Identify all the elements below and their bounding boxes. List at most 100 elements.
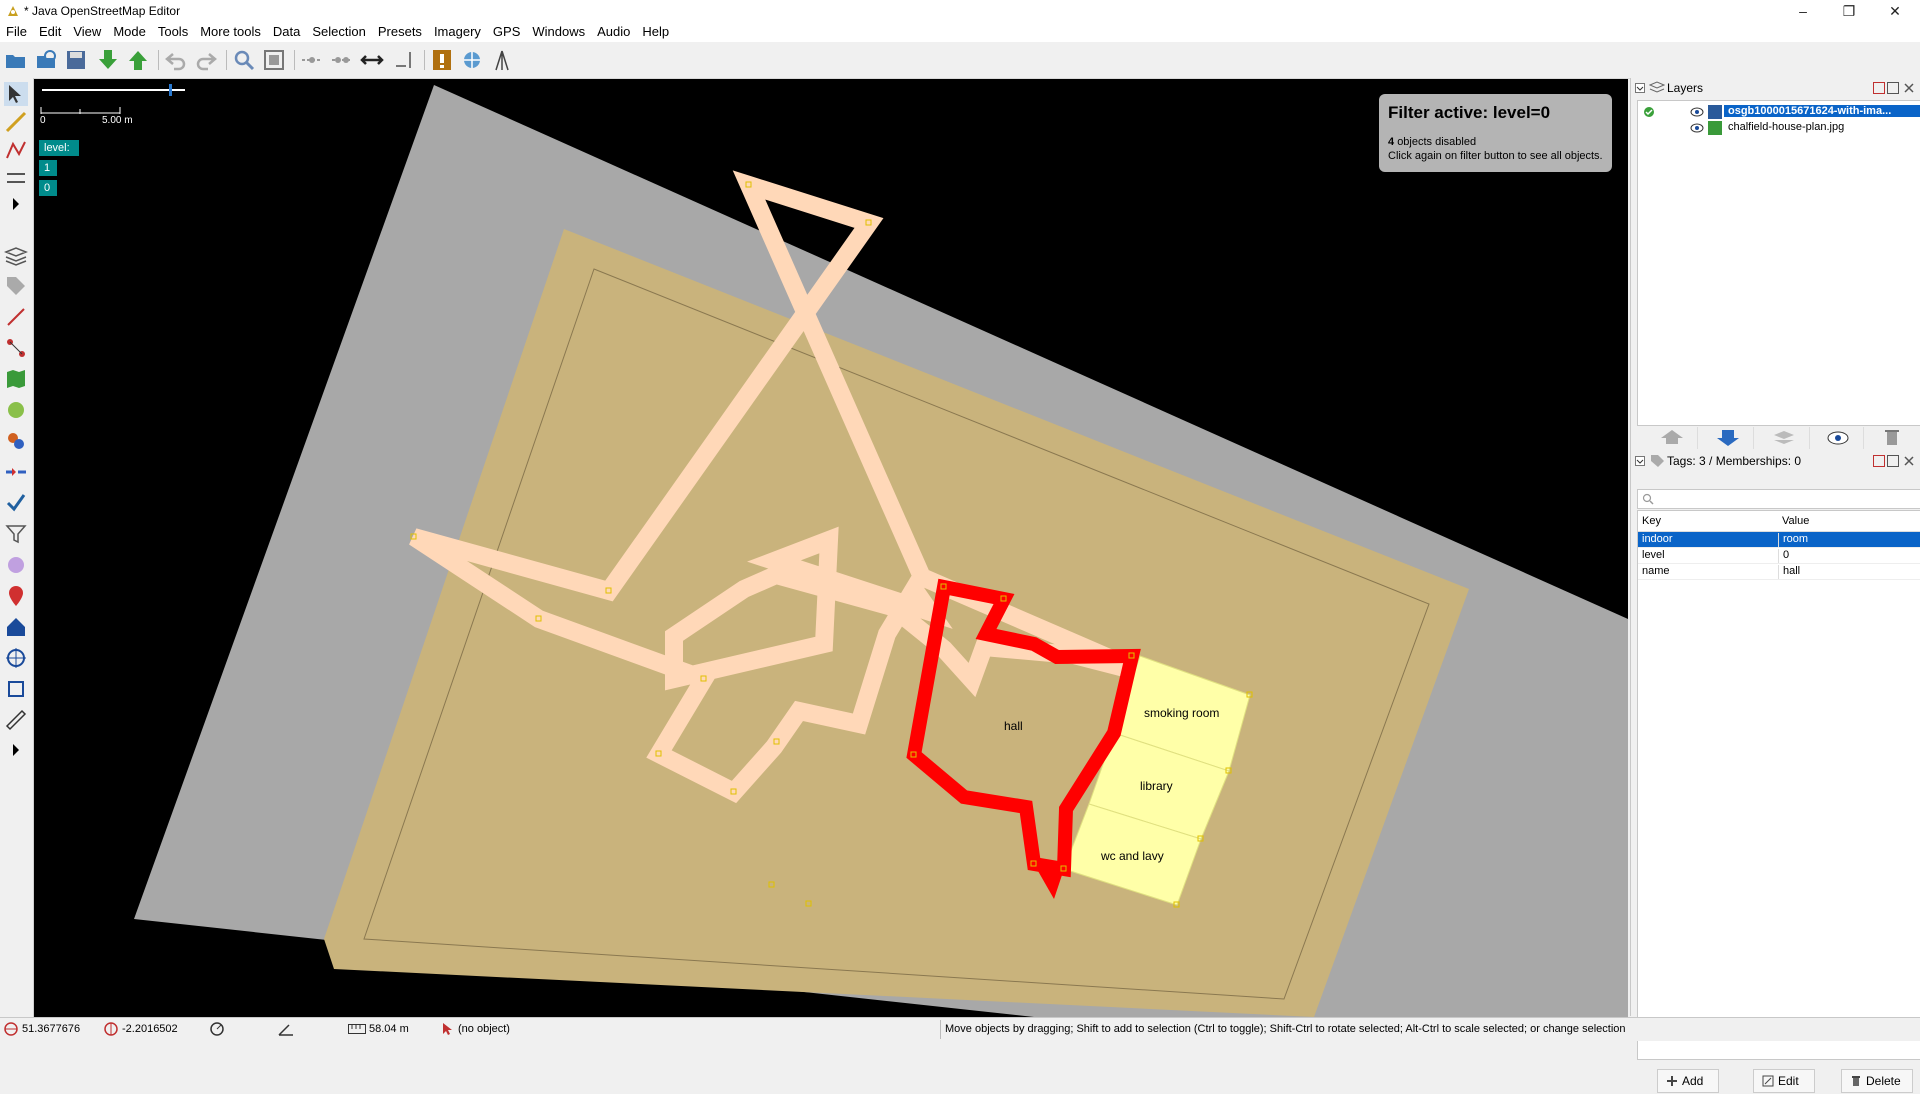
edit-tag-button[interactable]: Edit [1753,1069,1815,1093]
download-icon[interactable] [96,48,120,72]
detach-icon[interactable] [1873,455,1885,467]
layer-row[interactable]: osgb1000015671624-with-ima... [1638,104,1920,120]
relations-icon[interactable] [4,336,28,360]
parallel-mode-icon[interactable] [4,166,28,190]
move-down-icon[interactable] [1703,427,1754,449]
tag-key[interactable]: name [1642,565,1670,577]
filter-disabled-text: objects disabled [1397,136,1477,148]
level-button-1[interactable]: 1 [39,160,57,176]
open-location-icon[interactable] [34,48,58,72]
map-view[interactable]: hall smoking room library wc and lavy 0 … [34,79,1628,1017]
active-layer-check-icon[interactable] [1643,106,1655,118]
improve-way-icon[interactable] [4,138,28,162]
merge-layers-icon[interactable] [1759,427,1810,449]
filter-count-line: 4 objects disabled [1388,136,1476,148]
menu-selection[interactable]: Selection [306,22,371,42]
history-icon[interactable] [4,398,28,422]
zoom-icon[interactable] [232,48,256,72]
redo-icon[interactable] [194,48,218,72]
layers-icon[interactable] [4,244,28,268]
tripod-icon[interactable] [490,48,514,72]
table-row[interactable]: indoor room [1638,532,1920,548]
menu-imagery[interactable]: Imagery [428,22,487,42]
draw-mode-icon[interactable] [4,110,28,134]
menu-file[interactable]: File [0,22,33,42]
expand-toolbar-icon[interactable] [4,192,28,216]
zoom-slider[interactable] [40,84,190,96]
tag-search-input[interactable] [1637,489,1920,509]
menu-windows[interactable]: Windows [526,22,591,42]
minimize-panel-icon[interactable] [1887,82,1899,94]
toggle-visibility-icon[interactable] [1813,427,1864,449]
map-paint-icon[interactable] [4,367,28,391]
select-mode-icon[interactable] [4,82,28,106]
validator-icon[interactable] [430,48,454,72]
validation-results-icon[interactable] [4,491,28,515]
measure-icon[interactable] [4,708,28,732]
tag-value[interactable]: hall [1778,565,1919,579]
map-canvas[interactable] [34,79,1628,1017]
collapse-icon[interactable] [1635,83,1645,93]
globe-search-icon[interactable] [460,48,484,72]
tag-key[interactable]: indoor [1642,533,1673,545]
object-under-cursor: (no object) [458,1023,510,1035]
imagery-offset-icon[interactable] [4,677,28,701]
menu-presets[interactable]: Presets [372,22,428,42]
tag-value[interactable]: room [1778,533,1919,547]
menu-tools[interactable]: Tools [152,22,194,42]
menu-more-tools[interactable]: More tools [194,22,267,42]
menu-view[interactable]: View [67,22,107,42]
menu-data[interactable]: Data [267,22,306,42]
minimize-panel-icon[interactable] [1887,455,1899,467]
reverse-way-icon[interactable] [360,48,384,72]
column-key[interactable]: Key [1642,515,1661,527]
collapse-icon[interactable] [1635,456,1645,466]
layer-row[interactable]: chalfield-house-plan.jpg [1638,120,1920,136]
selection-list-icon[interactable] [4,305,28,329]
layers-panel-icon [1649,81,1665,93]
detach-icon[interactable] [1873,82,1885,94]
menu-audio[interactable]: Audio [591,22,636,42]
expand-toolbar-2-icon[interactable] [4,738,28,762]
target-icon[interactable] [4,646,28,670]
table-row[interactable]: level 0 [1638,548,1920,564]
close-window-button[interactable]: ✕ [1872,0,1918,22]
move-up-icon[interactable] [1647,427,1698,449]
undo-icon[interactable] [164,48,188,72]
menu-gps[interactable]: GPS [487,22,526,42]
visibility-eye-icon[interactable] [1690,107,1704,117]
level-button-0[interactable]: 0 [39,180,57,196]
conflict-icon[interactable] [4,460,28,484]
menu-edit[interactable]: Edit [33,22,67,42]
delete-tag-button[interactable]: Delete [1841,1069,1913,1093]
menu-help[interactable]: Help [636,22,675,42]
align-icon[interactable] [392,48,416,72]
authors-icon[interactable] [4,429,28,453]
preferences-icon[interactable] [262,48,286,72]
close-panel-icon[interactable] [1903,82,1915,94]
close-panel-icon[interactable] [1903,455,1915,467]
column-value[interactable]: Value [1782,515,1809,527]
open-file-icon[interactable] [4,48,28,72]
menu-mode[interactable]: Mode [107,22,152,42]
minimize-button[interactable]: – [1780,0,1826,22]
ruler-icon [348,1024,366,1034]
tag-key[interactable]: level [1642,549,1665,561]
save-icon[interactable] [64,48,88,72]
tag-value[interactable]: 0 [1778,549,1919,563]
add-tag-button[interactable]: Add [1657,1069,1719,1093]
upload-icon[interactable] [126,48,150,72]
tags-panel-icon [1651,455,1664,467]
notes-icon[interactable] [4,584,28,608]
visibility-eye-icon[interactable] [1690,123,1704,133]
map-style-icon[interactable] [4,553,28,577]
table-row[interactable]: name hall [1638,564,1920,580]
restore-button[interactable]: ❐ [1826,0,1872,22]
split-way-icon[interactable] [300,48,324,72]
combine-way-icon[interactable] [330,48,354,72]
tags-icon[interactable] [4,274,28,298]
indoor-icon[interactable] [4,615,28,639]
filter-icon[interactable] [4,522,28,546]
tag-table: Key Value indoor room level 0 name hall [1637,510,1920,1060]
delete-layer-icon[interactable] [1867,427,1917,449]
